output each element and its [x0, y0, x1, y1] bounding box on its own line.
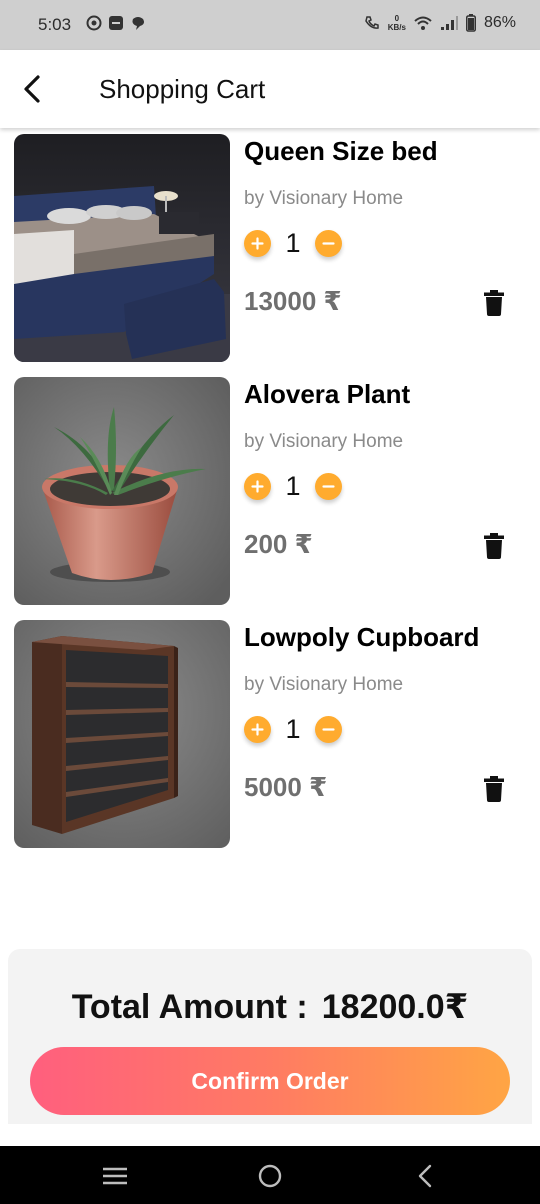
- status-time: 5:03: [38, 15, 72, 34]
- vivo-app-icon: [109, 16, 123, 30]
- item-name: Lowpoly Cupboard: [244, 622, 480, 652]
- network-speed-value: 0: [394, 14, 400, 23]
- recent-apps-button[interactable]: [100, 1162, 130, 1190]
- trash-icon: [484, 533, 504, 559]
- bed-image: [14, 134, 230, 362]
- chevron-left-icon: [24, 75, 40, 103]
- app-notification-icon: [86, 15, 102, 31]
- trash-icon: [484, 290, 504, 316]
- item-name: Alovera Plant: [244, 379, 411, 409]
- total-value: 18200.0₹: [321, 988, 469, 1026]
- plus-icon: [251, 479, 264, 493]
- item-price: 200 ₹: [244, 529, 313, 559]
- quantity-stepper: 1: [244, 714, 342, 744]
- order-summary-panel: Total Amount : 18200.0₹ Confirm Order: [8, 949, 532, 1124]
- cart-item: Alovera Plant by Visionary Home 1 200 ₹: [0, 377, 540, 609]
- quantity-value: 1: [285, 470, 301, 501]
- status-notification-icons: [86, 15, 146, 31]
- cart-item: Lowpoly Cupboard by Visionary Home 1 500…: [0, 620, 540, 852]
- home-button[interactable]: [255, 1162, 285, 1190]
- chat-bubble-icon: [132, 17, 144, 30]
- quantity-value: 1: [285, 227, 301, 258]
- item-seller: by Visionary Home: [244, 188, 404, 209]
- product-image-cupboard[interactable]: [14, 620, 230, 848]
- delete-item-button[interactable]: [482, 288, 506, 318]
- item-price: 13000 ₹: [244, 286, 342, 316]
- plus-icon: [251, 236, 264, 250]
- cart-item: Queen Size bed by Visionary Home 1 13000…: [0, 134, 540, 366]
- decrease-quantity-button[interactable]: [315, 229, 342, 257]
- cupboard-image: [14, 620, 230, 848]
- item-price: 5000 ₹: [244, 772, 328, 802]
- decrease-quantity-button[interactable]: [315, 715, 342, 743]
- item-seller: by Visionary Home: [244, 674, 404, 695]
- decrease-quantity-button[interactable]: [315, 472, 342, 500]
- plus-icon: [251, 722, 264, 736]
- delete-item-button[interactable]: [482, 774, 506, 804]
- item-name: Queen Size bed: [244, 136, 438, 166]
- page-title: Shopping Cart: [99, 74, 266, 104]
- quantity-stepper: 1: [244, 471, 342, 501]
- total-amount-row: Total Amount : 18200.0₹: [8, 987, 532, 1027]
- total-label: Total Amount :: [71, 988, 308, 1026]
- battery-icon: [465, 14, 476, 32]
- app-bar: Shopping Cart: [0, 50, 540, 128]
- system-navigation-bar: [0, 1146, 540, 1204]
- status-bar: 5:03 0 KB/s 86%: [0, 0, 540, 50]
- network-speed: 0 KB/s: [388, 14, 406, 32]
- signal-icon: [440, 16, 458, 30]
- delete-item-button[interactable]: [482, 531, 506, 561]
- system-back-button[interactable]: [410, 1162, 440, 1190]
- product-image-aloe-plant[interactable]: [14, 377, 230, 605]
- confirm-order-button[interactable]: Confirm Order: [30, 1047, 510, 1115]
- battery-percent: 86%: [483, 14, 516, 31]
- menu-icon: [103, 1167, 127, 1185]
- trash-icon: [484, 776, 504, 802]
- product-image-bed[interactable]: [14, 134, 230, 362]
- minus-icon: [322, 727, 335, 731]
- wifi-icon: [414, 16, 432, 30]
- aloe-plant-image: [14, 377, 230, 605]
- increase-quantity-button[interactable]: [244, 229, 271, 257]
- item-seller: by Visionary Home: [244, 431, 404, 452]
- increase-quantity-button[interactable]: [244, 472, 271, 500]
- status-system-icons: 0 KB/s 86%: [364, 14, 516, 32]
- back-triangle-icon: [418, 1164, 432, 1188]
- home-circle-icon: [258, 1164, 282, 1188]
- wifi-calling-icon: [364, 16, 379, 29]
- back-button[interactable]: [16, 70, 48, 108]
- quantity-value: 1: [285, 713, 301, 744]
- increase-quantity-button[interactable]: [244, 715, 271, 743]
- minus-icon: [322, 484, 335, 488]
- quantity-stepper: 1: [244, 228, 342, 258]
- minus-icon: [322, 241, 335, 245]
- network-speed-unit: KB/s: [387, 23, 406, 32]
